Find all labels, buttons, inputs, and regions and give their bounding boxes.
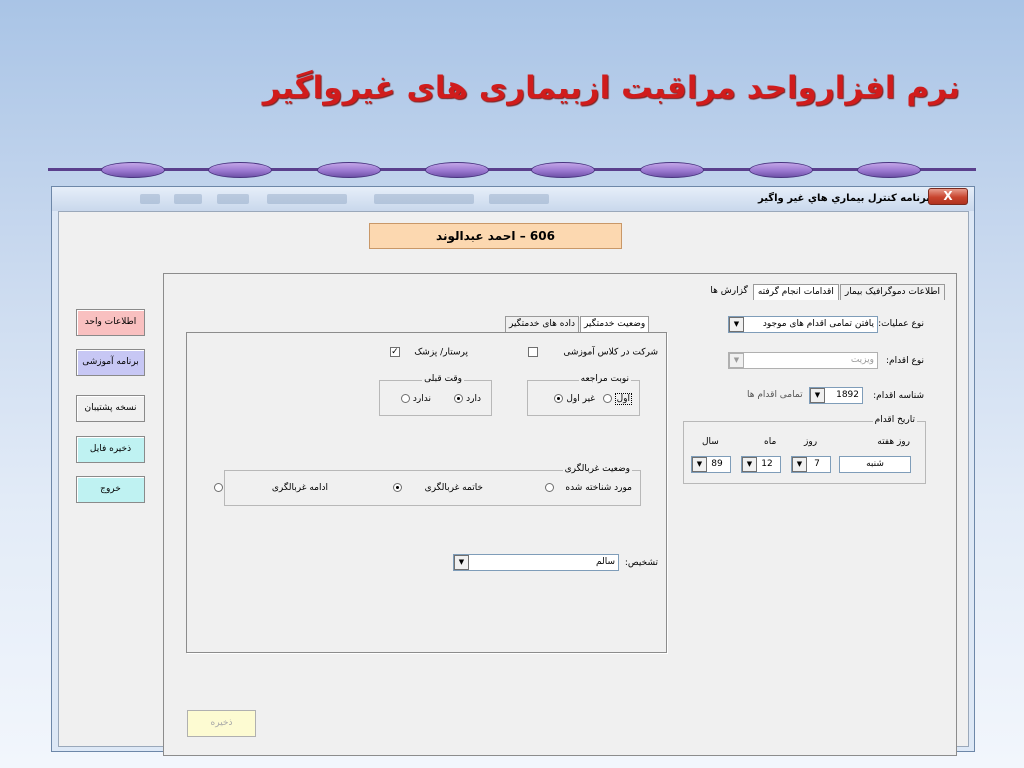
slide-title: نرم افزارواحد مراقبت ازبیماری های غیرواگ… (262, 70, 960, 106)
decorative-oval (531, 162, 595, 178)
prior-appointment-group: وقت قبلی دارد ندارد (379, 374, 492, 416)
nurse-doctor-option[interactable]: پرستار/ پزشک ✓ (389, 347, 468, 358)
screening-continue-label: ادامه غربالگری (271, 483, 328, 493)
decorative-oval (101, 162, 165, 178)
window-title: برنامه کنترل بيماري هاي غير واگير (758, 193, 930, 204)
not-first-visit-radio[interactable] (554, 394, 564, 403)
first-visit-radio[interactable] (602, 394, 612, 403)
day-select[interactable]: ▼ 7 (791, 456, 831, 473)
not-first-visit-option[interactable]: غیر اول (554, 394, 595, 404)
patient-name-box: 606 – احمد عبدالوند (369, 223, 622, 249)
has-appointment-option[interactable]: دارد (454, 394, 481, 404)
decorative-oval (317, 162, 381, 178)
diagnosis-value: سالم (595, 557, 615, 567)
ghost-toolbar-icon (174, 194, 202, 204)
identified-case-radio[interactable] (544, 483, 554, 492)
decorative-oval (208, 162, 272, 178)
screening-continue-radio[interactable] (214, 483, 224, 492)
save-file-button[interactable]: ذخیره فایل (76, 436, 145, 463)
identified-case-label: مورد شناخته شده (565, 483, 632, 493)
decorative-oval (640, 162, 704, 178)
chevron-down-icon[interactable]: ▼ (810, 388, 825, 403)
visit-turn-group: نوبت مراجعه اول غیر اول (527, 374, 640, 416)
operation-type-value: یافتن تمامی اقدام های موجود (762, 319, 874, 329)
no-appointment-label: ندارد (412, 394, 431, 404)
day-label: روز (804, 437, 818, 447)
decorative-oval (425, 162, 489, 178)
screening-status-group: وضعیت غربالگری مورد شناخته شده خاتمه غرب… (214, 464, 641, 506)
tab-actions[interactable]: اقدامات انجام گرفته (752, 284, 839, 300)
exit-button[interactable]: خروج (76, 476, 145, 503)
has-appointment-label: دارد (466, 394, 481, 404)
diagnosis-label: تشخیص: (624, 558, 658, 568)
nurse-doctor-label: پرستار/ پزشک (414, 347, 468, 358)
screening-end-radio[interactable] (392, 483, 402, 492)
close-button[interactable]: X (928, 188, 968, 205)
unit-info-button[interactable]: اطلاعات واحد (76, 309, 145, 336)
first-visit-option[interactable]: اول (602, 393, 632, 405)
class-participation-checkbox[interactable] (527, 347, 538, 357)
diagnosis-select[interactable]: ▼ سالم (453, 554, 619, 571)
action-type-select[interactable]: ▼ ویزیت (728, 352, 878, 369)
month-select[interactable]: ▼ 12 (741, 456, 781, 473)
ghost-toolbar-icon (217, 194, 249, 204)
class-participation-option[interactable]: شرکت در کلاس آموزشی (527, 347, 658, 358)
screening-end-option[interactable]: خاتمه غربالگری (392, 483, 483, 493)
month-label: ماه (764, 437, 777, 447)
ghost-toolbar-icon (140, 194, 160, 204)
decorative-oval (749, 162, 813, 178)
year-select[interactable]: ▼ 89 (691, 456, 731, 473)
app-window: برنامه کنترل بيماري هاي غير واگير X 606 … (51, 186, 975, 756)
ghost-toolbar-icon (374, 194, 474, 204)
operation-type-label: نوع عملیات: (878, 319, 924, 329)
tab-reports[interactable]: گزارش ها (706, 284, 752, 300)
ghost-toolbar-icon (267, 194, 347, 204)
weekday-field: شنبه (839, 456, 911, 473)
no-appointment-radio[interactable] (401, 394, 411, 403)
chevron-down-icon[interactable]: ▼ (742, 457, 757, 472)
tab-demographics[interactable]: اطلاعات دموگرافیک بیمار (839, 284, 945, 300)
has-appointment-radio[interactable] (454, 394, 464, 403)
chevron-down-icon[interactable]: ▼ (792, 457, 807, 472)
action-type-value: ویزیت (850, 355, 874, 365)
chevron-down-icon[interactable]: ▼ (729, 317, 744, 332)
action-id-label: شناسه اقدام: (873, 391, 924, 401)
identified-case-option[interactable]: مورد شناخته شده (544, 483, 632, 493)
class-participation-label: شرکت در کلاس آموزشی (563, 347, 658, 358)
chevron-down-icon[interactable]: ▼ (729, 353, 744, 368)
action-id-select[interactable]: ▼ 1892 (809, 387, 863, 404)
inner-tab-strip: وضعیت خدمتگیر داده های خدمتگیر (504, 316, 650, 333)
all-actions-label: تمامی اقدام ها (747, 390, 803, 400)
no-appointment-option[interactable]: ندارد (401, 394, 431, 404)
chevron-down-icon[interactable]: ▼ (692, 457, 707, 472)
save-button[interactable]: ذخیره (187, 710, 256, 737)
action-type-label: نوع اقدام: (885, 356, 924, 366)
weekday-label: روز هفته (877, 437, 910, 447)
ghost-toolbar-icon (489, 194, 549, 204)
screening-continue-option[interactable]: ادامه غربالگری (214, 483, 328, 493)
screening-end-label: خاتمه غربالگری (424, 483, 483, 493)
action-date-title: تاریخ اقدام (872, 415, 917, 425)
window-titlebar[interactable]: برنامه کنترل بيماري هاي غير واگير X (52, 187, 974, 211)
window-client-area: 606 – احمد عبدالوند اطلاعات واحد برنامه … (58, 211, 969, 756)
backup-button[interactable]: نسخه پشتیبان (76, 395, 145, 422)
action-date-group: تاریخ اقدام روز هفته روز ماه سال شنبه ▼ … (683, 415, 926, 484)
first-visit-label: اول (614, 393, 632, 405)
tab-provider-data[interactable]: داده های خدمتگیر (505, 316, 579, 332)
right-tab-strip: اطلاعات دموگرافیک بیمار اقدامات انجام گر… (705, 284, 945, 300)
year-label: سال (702, 437, 719, 447)
action-id-value: 1892 (836, 390, 859, 400)
tab-provider-status[interactable]: وضعیت خدمتگیر (579, 316, 650, 333)
visit-turn-title: نوبت مراجعه (578, 374, 631, 384)
not-first-visit-label: غیر اول (566, 394, 595, 404)
decorative-oval (857, 162, 921, 178)
nurse-doctor-checkbox[interactable]: ✓ (389, 347, 400, 357)
screening-status-title: وضعیت غربالگری (562, 464, 632, 474)
prior-appointment-title: وقت قبلی (422, 374, 464, 384)
operation-type-select[interactable]: ▼ یافتن تمامی اقدام های موجود (728, 316, 878, 333)
chevron-down-icon[interactable]: ▼ (454, 555, 469, 570)
training-program-button[interactable]: برنامه آموزشی (76, 349, 145, 376)
divider-line (48, 168, 976, 171)
